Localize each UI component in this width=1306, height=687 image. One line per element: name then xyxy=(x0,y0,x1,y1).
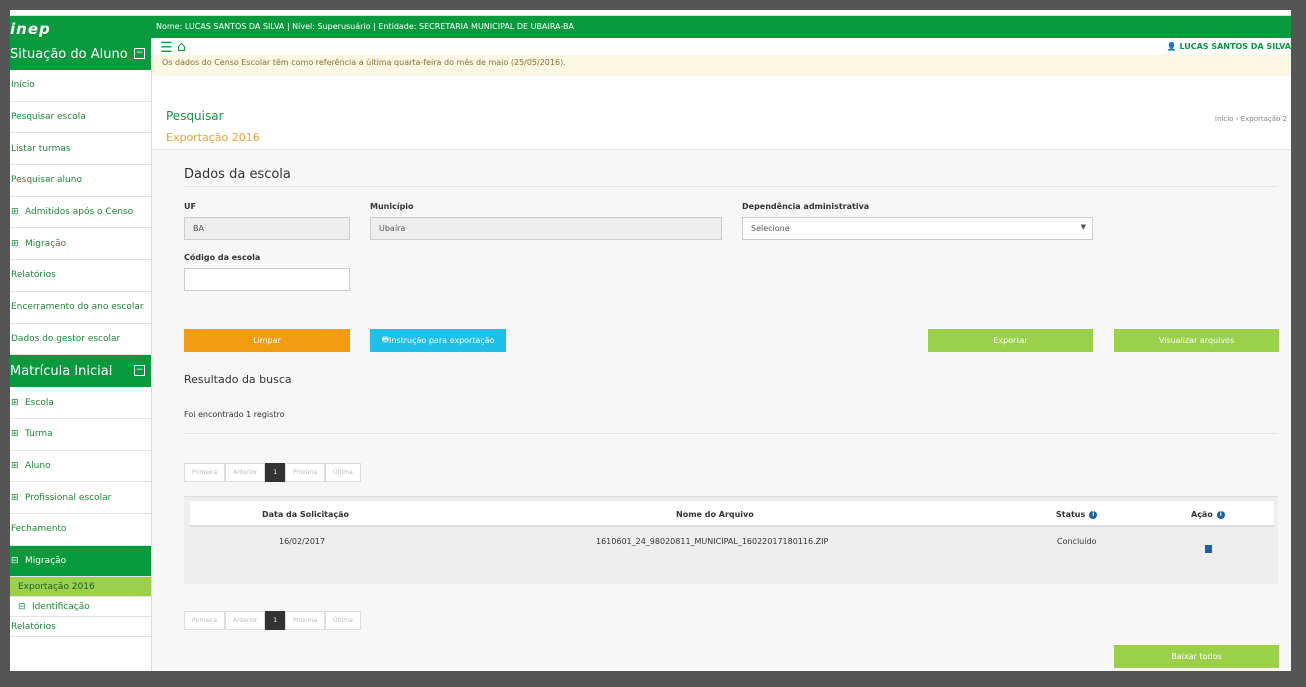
sidebar-subitem-identificacao[interactable]: ⊟ Identificação xyxy=(10,597,151,618)
col-action: Ação i xyxy=(1191,510,1225,519)
exportar-button[interactable]: Exportar xyxy=(928,329,1093,352)
sidebar-item-turma[interactable]: ⊞ Turma xyxy=(10,419,151,451)
col-file: Nome do Arquivo xyxy=(676,510,754,519)
top-green-bar: inep Nome: LUCAS SANTOS DA SILVA | Nível… xyxy=(10,16,1291,38)
sidebar-item-relatorios[interactable]: Relatórios xyxy=(10,260,151,292)
row-status: Concluído xyxy=(1057,537,1097,546)
expand-icon: ⊞ xyxy=(11,492,19,503)
printer-icon: 🖶 xyxy=(381,334,389,344)
info-icon[interactable]: i xyxy=(1216,510,1225,519)
col-status: Status i xyxy=(1056,510,1098,519)
municipio-field[interactable]: Ubaíra xyxy=(370,217,722,240)
pager-prev[interactable]: Anterior xyxy=(225,611,266,630)
header-row: ☰ ⌂ 👤 LUCAS SANTOS DA SILVA xyxy=(152,38,1291,55)
user-name[interactable]: 👤 LUCAS SANTOS DA SILVA xyxy=(1167,42,1291,51)
page-subtitle: Exportação 2016 xyxy=(166,131,260,144)
sidebar-subitem-exportacao[interactable]: Exportação 2016 xyxy=(10,577,151,598)
pager-next[interactable]: Próxima xyxy=(285,611,326,630)
user-info: Nome: LUCAS SANTOS DA SILVA | Nível: Sup… xyxy=(156,22,574,31)
section-heading: Dados da escola xyxy=(184,167,291,182)
row-date: 16/02/2017 xyxy=(279,537,326,546)
alert-banner: Os dados do Censo Escolar têm como refer… xyxy=(152,54,1291,76)
file-download-icon[interactable] xyxy=(1205,545,1212,553)
caret-down-icon: ▼ xyxy=(1080,223,1086,231)
page-header: Pesquisar Exportação 2016 Início › Expor… xyxy=(152,76,1291,150)
codigo-label: Código da escola xyxy=(184,253,261,262)
results-count: Foi encontrado 1 registro xyxy=(184,410,285,419)
uf-field[interactable]: BA xyxy=(184,217,350,240)
pager-next[interactable]: Próxima xyxy=(285,463,326,482)
collapse-icon: ⊟ xyxy=(11,555,19,566)
sidebar-item-pesquisar-escola[interactable]: Pesquisar escola xyxy=(10,102,151,134)
sidebar-item-escola[interactable]: ⊞ Escola xyxy=(10,387,151,419)
menu-icon[interactable]: ☰ xyxy=(160,41,173,55)
codigo-input[interactable] xyxy=(184,268,350,291)
info-icon[interactable]: i xyxy=(1089,510,1098,519)
sidebar-item-pesquisar-aluno[interactable]: Pesquisar aluno xyxy=(10,165,151,197)
sidebar-item-encerramento[interactable]: Encerramento do ano escolar xyxy=(10,292,151,324)
user-icon: 👤 xyxy=(1166,42,1180,51)
sidebar-item-relatorios-2[interactable]: Relatórios xyxy=(10,617,151,638)
sidebar-item-migracao[interactable]: ⊞ Migração xyxy=(10,228,151,261)
sidebar-section-situacao[interactable]: Situação do Aluno − xyxy=(10,38,151,70)
dependencia-label: Dependência administrativa xyxy=(742,202,870,211)
municipio-label: Município xyxy=(370,202,414,211)
expand-icon: ⊞ xyxy=(11,429,19,440)
sidebar-item-inicio[interactable]: Início xyxy=(10,70,151,102)
row-file: 1610601_24_98020811_MUNICIPAL_1602201718… xyxy=(596,537,829,546)
main-content: ☰ ⌂ 👤 LUCAS SANTOS DA SILVA Os dados do … xyxy=(152,38,1291,671)
breadcrumb[interactable]: Início › Exportação 2 xyxy=(1215,115,1287,123)
sidebar-section-matricula[interactable]: Matrícula Inicial − xyxy=(10,355,151,388)
expand-icon: ⊞ xyxy=(11,460,19,471)
dependencia-select[interactable]: Selecione ▼ xyxy=(742,217,1093,240)
sidebar-item-admitidos[interactable]: ⊞ Admitidos após o Censo xyxy=(10,197,151,229)
sidebar-item-fechamento[interactable]: Fechamento xyxy=(10,514,151,546)
visualizar-button[interactable]: Visualizar arquivos xyxy=(1114,329,1279,352)
pager-last[interactable]: Última xyxy=(325,463,361,482)
sidebar-item-aluno[interactable]: ⊞ Aluno xyxy=(10,451,151,483)
sidebar-item-migracao-selected[interactable]: ⊟ Migração xyxy=(10,545,151,578)
collapse-icon[interactable]: − xyxy=(134,365,145,377)
search-panel: Dados da escola UF BA Município Ubaíra D… xyxy=(152,150,1291,671)
results-table: Data da Solicitação Nome do Arquivo Stat… xyxy=(184,496,1278,584)
pager-first[interactable]: Primeira xyxy=(184,463,225,482)
page-title: Pesquisar xyxy=(166,109,224,123)
sidebar-item-gestor[interactable]: Dados do gestor escolar xyxy=(10,324,151,356)
pager-page[interactable]: 1 xyxy=(265,611,286,630)
collapse-icon[interactable]: − xyxy=(134,48,145,59)
sidebar-item-profissional[interactable]: ⊞ Profissional escolar xyxy=(10,482,151,514)
uf-label: UF xyxy=(184,202,196,211)
pager-page[interactable]: 1 xyxy=(265,463,286,482)
sidebar-item-listar-turmas[interactable]: Listar turmas xyxy=(10,133,151,166)
expand-icon: ⊞ xyxy=(11,397,19,408)
pager-first[interactable]: Primeira xyxy=(184,611,225,630)
table-header: Data da Solicitação Nome do Arquivo Stat… xyxy=(190,501,1274,527)
pagination-bottom: Primeira Anterior 1 Próxima Última xyxy=(184,611,361,630)
instrucao-button[interactable]: 🖶 Instrução para exportação xyxy=(370,329,506,352)
expand-icon: ⊟ xyxy=(18,601,26,612)
expand-icon: ⊞ xyxy=(11,238,19,249)
home-icon[interactable]: ⌂ xyxy=(177,39,186,55)
expand-icon: ⊞ xyxy=(11,207,19,218)
baixar-todos-button[interactable]: Baixar todos xyxy=(1114,645,1279,668)
col-date: Data da Solicitação xyxy=(262,510,350,519)
pagination-top: Primeira Anterior 1 Próxima Última xyxy=(184,463,361,482)
pager-prev[interactable]: Anterior xyxy=(225,463,266,482)
sidebar: Situação do Aluno − Início Pesquisar esc… xyxy=(10,38,152,671)
app-window: inep Nome: LUCAS SANTOS DA SILVA | Nível… xyxy=(10,10,1291,671)
results-heading: Resultado da busca xyxy=(184,373,292,386)
limpar-button[interactable]: Limpar xyxy=(184,329,350,352)
pager-last[interactable]: Última xyxy=(325,611,361,630)
inep-logo: inep xyxy=(10,20,51,38)
